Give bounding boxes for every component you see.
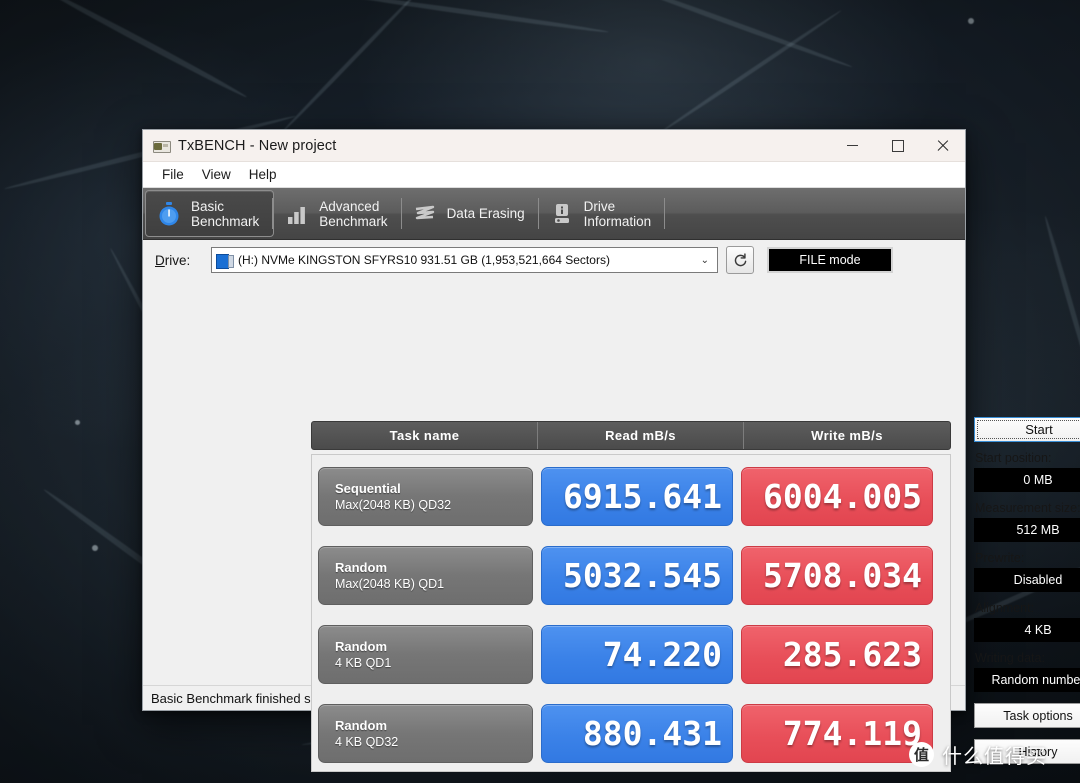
watermark-logo: 值	[909, 742, 934, 767]
start-button-label: Start	[1025, 422, 1053, 437]
task-name-cell: Random 4 KB QD1	[318, 625, 533, 684]
maximize-button[interactable]	[875, 130, 920, 161]
task-name-line1: Random	[335, 717, 387, 733]
task-name-line2: 4 KB QD32	[335, 734, 399, 749]
close-icon	[937, 140, 949, 152]
writing-data-value[interactable]: Random number	[974, 668, 1080, 692]
task-name-cell: Random 4 KB QD32	[318, 704, 533, 763]
tab-data-erasing-label: Data Erasing	[446, 206, 525, 221]
writing-data-label: Writing data:	[975, 651, 1045, 665]
table-row[interactable]: Random 4 KB QD1 74.220 285.623	[318, 618, 944, 691]
refresh-icon	[734, 252, 746, 266]
chevron-down-icon: ⌄	[700, 254, 709, 266]
task-name-line2: Max(2048 KB) QD32	[335, 497, 452, 512]
column-header-task-name: Task name	[312, 422, 538, 449]
app-icon	[153, 138, 171, 153]
tab-drive-information-label: Drive Information	[583, 198, 652, 229]
bar-chart-icon	[284, 201, 310, 227]
task-name-cell: Sequential Max(2048 KB) QD32	[318, 467, 533, 526]
read-value-cell: 6915.641	[541, 467, 733, 526]
tab-data-erasing[interactable]: Data Erasing	[402, 191, 539, 236]
measurement-size-value[interactable]: 512 MB	[974, 518, 1080, 542]
drive-selection-row: Drive: (H:) NVMe KINGSTON SFYRS10 931.51…	[143, 240, 965, 280]
task-name-cell: Random Max(2048 KB) QD1	[318, 546, 533, 605]
tab-drive-information[interactable]: Drive Information	[539, 191, 666, 236]
table-row[interactable]: Random Max(2048 KB) QD1 5032.545 5708.03…	[318, 539, 944, 612]
task-options-label: Task options	[1003, 708, 1073, 723]
eraser-waves-icon	[412, 201, 438, 227]
task-name-line1: Random	[335, 559, 387, 575]
tab-basic-benchmark[interactable]: Basic Benchmark	[145, 190, 275, 237]
column-header-read: Read mB/s	[538, 422, 744, 449]
read-value-cell: 880.431	[541, 704, 733, 763]
menu-item-help[interactable]: Help	[240, 165, 286, 184]
read-value-cell: 74.220	[541, 625, 733, 684]
table-row[interactable]: Random 4 KB QD32 880.431 774.119	[318, 697, 944, 770]
table-body: Sequential Max(2048 KB) QD32 6915.641 60…	[311, 454, 951, 772]
drive-label: Drive:	[155, 252, 191, 268]
refresh-button[interactable]	[726, 246, 754, 274]
table-row[interactable]: Sequential Max(2048 KB) QD32 6915.641 60…	[318, 460, 944, 533]
write-value-cell: 5708.034	[741, 546, 933, 605]
menu-bar: File View Help	[143, 162, 965, 188]
task-name-line1: Random	[335, 638, 387, 654]
menu-item-file[interactable]: File	[153, 165, 193, 184]
task-name-line2: 4 KB QD1	[335, 655, 392, 670]
content-area: Drive: (H:) NVMe KINGSTON SFYRS10 931.51…	[143, 240, 1080, 772]
task-name-line1: Sequential	[335, 480, 401, 496]
watermark-text: 什么值得买	[942, 744, 1047, 768]
control-panel: Start Start position: 0 MB Measurement s…	[969, 417, 1080, 764]
start-position-value[interactable]: 0 MB	[974, 468, 1080, 492]
alignment-label: Alignment:	[975, 601, 1035, 615]
maximize-icon	[891, 139, 904, 152]
drive-select-value: (H:) NVMe KINGSTON SFYRS10 931.51 GB (1,…	[238, 253, 610, 267]
stopwatch-icon	[156, 201, 182, 227]
tab-advanced-benchmark[interactable]: Advanced Benchmark	[274, 191, 402, 236]
task-options-button[interactable]: Task options	[974, 703, 1080, 728]
watermark: 值 什么值得买	[909, 740, 1047, 769]
column-header-write: Write mB/s	[811, 428, 883, 443]
write-value-cell: 774.119	[741, 704, 933, 763]
window-controls	[830, 130, 965, 161]
window-title: TxBENCH - New project	[178, 137, 337, 154]
read-value-cell: 5032.545	[541, 546, 733, 605]
start-position-label: Start position:	[975, 451, 1052, 465]
benchmark-results-table: Task name Read mB/s Write mB/s Sequentia…	[311, 421, 951, 779]
drive-info-icon	[549, 201, 575, 227]
table-header-row: Task name Read mB/s Write mB/s	[311, 421, 951, 450]
tab-basic-benchmark-label: Basic Benchmark	[191, 198, 260, 229]
txbench-window: TxBENCH - New project File View Help Bas…	[142, 129, 1080, 772]
drive-select[interactable]: (H:) NVMe KINGSTON SFYRS10 931.51 GB (1,…	[211, 247, 718, 273]
prewrite-label: Prewrite:	[975, 551, 1025, 565]
alignment-value[interactable]: 4 KB	[974, 618, 1080, 642]
minimize-button[interactable]	[830, 130, 875, 161]
tab-advanced-benchmark-label: Advanced Benchmark	[319, 198, 388, 229]
file-mode-button[interactable]: FILE mode	[767, 247, 893, 273]
start-button[interactable]: Start	[974, 417, 1080, 442]
measurement-size-label: Measurement size:	[975, 501, 1080, 515]
title-bar[interactable]: TxBENCH - New project	[143, 130, 965, 162]
write-value-cell: 285.623	[741, 625, 933, 684]
close-button[interactable]	[920, 130, 965, 161]
write-value-cell: 6004.005	[741, 467, 933, 526]
minimize-icon	[847, 145, 858, 146]
hard-disk-icon	[216, 253, 234, 269]
menu-item-view[interactable]: View	[193, 165, 240, 184]
prewrite-value[interactable]: Disabled	[974, 568, 1080, 592]
task-name-line2: Max(2048 KB) QD1	[335, 576, 445, 591]
tab-strip: Basic Benchmark Advanced Benchmark Data …	[143, 188, 965, 240]
